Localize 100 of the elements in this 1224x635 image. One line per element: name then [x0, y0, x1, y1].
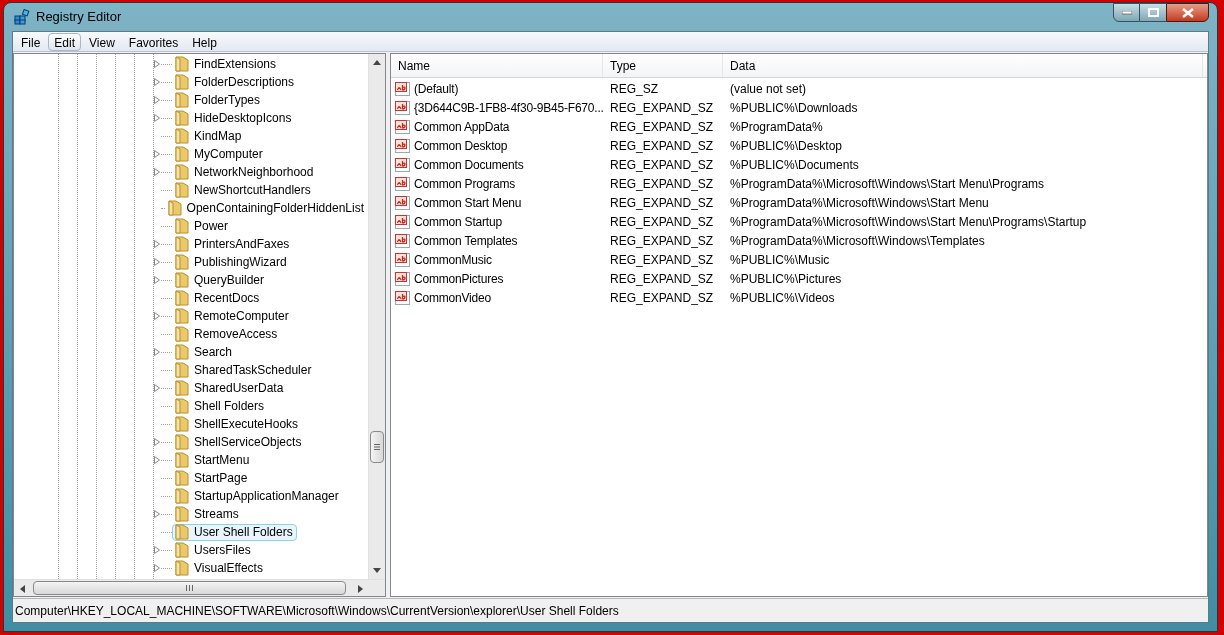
value-row[interactable]: Common Start Menu REG_EXPAND_SZ %ProgramData%\Microsoft\Windows\Start Menu	[391, 193, 1207, 212]
expand-arrow-icon[interactable]	[154, 150, 160, 158]
folder-icon	[174, 398, 190, 414]
menu-item[interactable]: Help	[186, 32, 223, 51]
tree-item[interactable]: PrintersAndFaxes	[172, 235, 294, 253]
scroll-right-icon[interactable]	[358, 585, 363, 593]
column-header[interactable]: Type	[603, 54, 723, 77]
menu-item[interactable]: View	[83, 32, 121, 51]
tree-item[interactable]: Power	[172, 217, 232, 235]
tree-item[interactable]: MyComputer	[172, 145, 267, 163]
expand-arrow-icon[interactable]	[154, 276, 160, 284]
expand-arrow-icon[interactable]	[154, 510, 160, 518]
folder-icon	[174, 254, 190, 270]
scroll-thumb[interactable]	[370, 431, 384, 463]
tree-item[interactable]: StartupApplicationManager	[172, 487, 343, 505]
tree-item[interactable]: FindExtensions	[172, 55, 281, 73]
expand-arrow-icon[interactable]	[154, 168, 160, 176]
folder-icon	[174, 308, 190, 324]
folder-icon	[174, 416, 190, 432]
folder-icon	[174, 380, 190, 396]
expand-arrow-icon[interactable]	[154, 438, 160, 446]
tree-item[interactable]: Streams	[172, 505, 243, 523]
tree-item[interactable]: RecentDocs	[172, 289, 264, 307]
table-cell-text: REG_EXPAND_SZ	[610, 137, 714, 155]
column-header[interactable]: Name	[391, 54, 603, 77]
tree-item[interactable]: FolderDescriptions	[172, 73, 299, 91]
expand-arrow-icon[interactable]	[154, 348, 160, 356]
maximize-button[interactable]	[1140, 3, 1166, 22]
value-row[interactable]: Common Startup REG_EXPAND_SZ %ProgramData%\Microsoft\Windows\Start Menu\Programs\Startup	[391, 212, 1207, 231]
string-value-icon	[395, 251, 411, 268]
value-row[interactable]: Common Templates REG_EXPAND_SZ %ProgramData%\Microsoft\Windows\Templates	[391, 231, 1207, 250]
tree-item[interactable]: OpenContainingFolderHiddenList	[164, 199, 368, 217]
value-row[interactable]: Common Documents REG_EXPAND_SZ %PUBLIC%\Documents	[391, 155, 1207, 174]
scroll-up-icon[interactable]	[373, 60, 381, 65]
tree-item[interactable]: SharedUserData	[172, 379, 288, 397]
close-button[interactable]	[1166, 3, 1209, 22]
value-row[interactable]: Common Desktop REG_EXPAND_SZ %PUBLIC%\Desktop	[391, 136, 1207, 155]
tree-item[interactable]: FolderTypes	[172, 91, 265, 109]
horizontal-scrollbar[interactable]	[14, 579, 385, 596]
scroll-down-icon[interactable]	[373, 568, 381, 573]
column-header[interactable]: Data	[723, 54, 1203, 77]
tree-item[interactable]: StartMenu	[172, 451, 254, 469]
tree-item[interactable]: UsersFiles	[172, 541, 255, 559]
tree-item[interactable]: ShellServiceObjects	[172, 433, 306, 451]
value-row[interactable]: (Default) REG_SZ (value not set)	[391, 79, 1207, 98]
table-cell-text: REG_EXPAND_SZ	[610, 194, 714, 212]
tree-item[interactable]: VisualEffects	[172, 559, 267, 577]
vertical-scrollbar[interactable]	[368, 54, 385, 579]
folder-icon	[174, 164, 190, 180]
table-cell-text: %ProgramData%\Microsoft\Windows\Start Menu\Programs	[730, 175, 1045, 193]
tree-item[interactable]: QueryBuilder	[172, 271, 269, 289]
tree-item[interactable]: Search	[172, 343, 237, 361]
tree-item[interactable]: KindMap	[172, 127, 246, 145]
value-row[interactable]: {3D644C9B-1FB8-4f30-9B45-F670... REG_EXPAND_SZ %PUBLIC%\Downloads	[391, 98, 1207, 117]
menu-item[interactable]: File	[15, 32, 47, 51]
folder-icon	[174, 470, 190, 486]
tree-item[interactable]: NewShortcutHandlers	[172, 181, 315, 199]
tree-item[interactable]: RemoteComputer	[172, 307, 293, 325]
table-cell-text: REG_EXPAND_SZ	[610, 175, 714, 193]
value-row[interactable]: CommonPictures REG_EXPAND_SZ %PUBLIC%\Pictures	[391, 269, 1207, 288]
tree-item[interactable]: ShellExecuteHooks	[172, 415, 303, 433]
expand-arrow-icon[interactable]	[154, 456, 160, 464]
table-cell-text: CommonPictures	[414, 270, 504, 288]
table-cell-text: CommonMusic	[414, 251, 492, 269]
expand-arrow-icon[interactable]	[154, 384, 160, 392]
tree-item[interactable]: HideDesktopIcons	[172, 109, 296, 127]
tree-item[interactable]: Shell Folders	[172, 397, 269, 415]
value-row[interactable]: CommonVideo REG_EXPAND_SZ %PUBLIC%\Videos	[391, 288, 1207, 307]
menu-item[interactable]: Edit	[48, 32, 82, 51]
expand-arrow-icon[interactable]	[154, 546, 160, 554]
menu-item[interactable]: Favorites	[122, 32, 185, 51]
tree-item[interactable]: User Shell Folders	[172, 523, 297, 541]
tree-item[interactable]: RemoveAccess	[172, 325, 282, 343]
string-value-icon	[395, 175, 411, 192]
table-cell-text: REG_EXPAND_SZ	[610, 118, 714, 136]
expand-arrow-icon[interactable]	[154, 78, 160, 86]
tree-item[interactable]: PublishingWizard	[172, 253, 291, 271]
tree-item[interactable]: StartPage	[172, 469, 252, 487]
table-cell-text: REG_EXPAND_SZ	[610, 213, 714, 231]
expand-arrow-icon[interactable]	[154, 96, 160, 104]
expand-arrow-icon[interactable]	[154, 114, 160, 122]
table-cell-text: Common AppData	[414, 118, 510, 136]
table-cell-text: %PUBLIC%\Desktop	[730, 137, 843, 155]
value-row[interactable]: Common Programs REG_EXPAND_SZ %ProgramData%\Microsoft\Windows\Start Menu\Programs	[391, 174, 1207, 193]
expand-arrow-icon[interactable]	[154, 240, 160, 248]
scroll-left-icon[interactable]	[20, 585, 25, 593]
window-title: Registry Editor	[36, 8, 122, 27]
expand-arrow-icon[interactable]	[154, 312, 160, 320]
value-row[interactable]: Common AppData REG_EXPAND_SZ %ProgramData%	[391, 117, 1207, 136]
tree-item[interactable]: SharedTaskScheduler	[172, 361, 316, 379]
expand-arrow-icon[interactable]	[154, 60, 160, 68]
expand-arrow-icon[interactable]	[154, 564, 160, 572]
tree-item[interactable]: NetworkNeighborhood	[172, 163, 318, 181]
value-row[interactable]: CommonMusic REG_EXPAND_SZ %PUBLIC%\Music	[391, 250, 1207, 269]
scroll-thumb[interactable]	[33, 581, 346, 595]
minimize-button[interactable]	[1113, 3, 1140, 22]
string-value-icon	[395, 270, 411, 287]
grip-icon	[374, 444, 380, 450]
table-cell-text: %PUBLIC%\Downloads	[730, 99, 858, 117]
expand-arrow-icon[interactable]	[154, 258, 160, 266]
